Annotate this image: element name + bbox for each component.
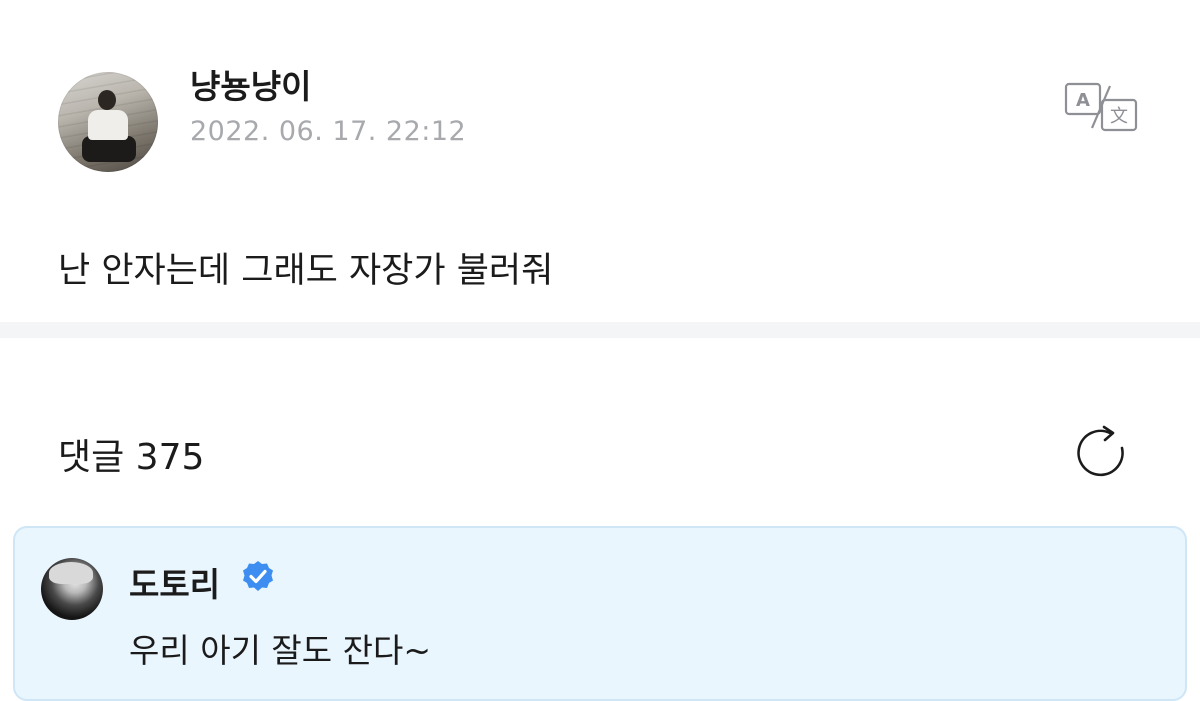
commenter-name[interactable]: 도토리 (129, 558, 220, 606)
svg-text:A: A (1076, 90, 1090, 111)
refresh-icon (1077, 425, 1124, 477)
section-divider (0, 322, 1200, 338)
verified-badge-icon (243, 561, 273, 591)
comment-item[interactable]: 도토리 우리 아기 잘도 잔다~ (13, 526, 1187, 701)
comment-text: 우리 아기 잘도 잔다~ (129, 631, 431, 670)
translate-icon: A 文 (1064, 82, 1138, 132)
commenter-avatar[interactable] (41, 558, 103, 620)
post-timestamp: 2022. 06. 17. 22:12 (190, 116, 467, 147)
author-name[interactable]: 냥뇽냥이 (190, 60, 311, 108)
avatar-figure-body (88, 110, 128, 140)
commenter-avatar-hair (49, 562, 93, 584)
avatar-figure-head (98, 90, 116, 110)
author-avatar[interactable] (58, 72, 158, 172)
refresh-button[interactable] (1070, 424, 1134, 482)
comments-count-header: 댓글 375 (58, 437, 205, 478)
post: 냥뇽냥이 2022. 06. 17. 22:12 A 文 난 안자는데 그래도 … (0, 0, 1200, 322)
post-body-text: 난 안자는데 그래도 자장가 불러줘 (58, 251, 554, 291)
svg-text:文: 文 (1110, 106, 1128, 127)
translate-button[interactable]: A 文 (1064, 80, 1140, 134)
